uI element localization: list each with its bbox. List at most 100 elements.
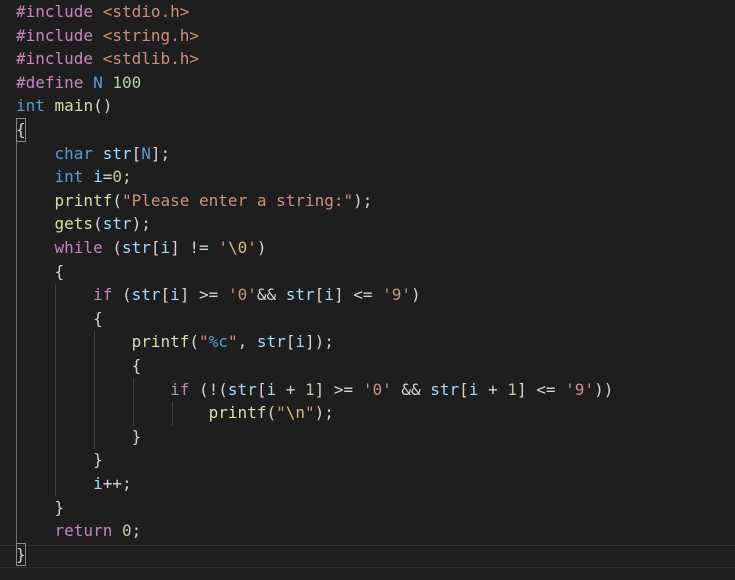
code-token: 0 [121, 521, 132, 541]
code-token: i [295, 332, 306, 352]
code-token: ) [256, 238, 267, 257]
code-token: i [324, 285, 334, 305]
code-token: str [131, 285, 161, 305]
code-line[interactable]: if (!(str[i + 1] >= '0' && str[i + 1] <=… [16, 378, 613, 402]
code-token: 1 [305, 379, 315, 399]
code-token: #include [16, 2, 103, 21]
code-token: 0 [112, 167, 122, 187]
code-token: ( [93, 214, 103, 234]
code-line[interactable]: int i=0; [16, 165, 132, 189]
code-line[interactable]: printf("\n"); [16, 401, 334, 425]
code-token: ' [218, 238, 228, 257]
code-line[interactable]: { [16, 354, 142, 378]
code-line[interactable]: } [16, 448, 103, 472]
code-token: "Please enter a string:" [121, 190, 354, 210]
code-token: str [285, 285, 315, 305]
code-token: ( [112, 190, 122, 210]
code-token: str [121, 238, 151, 257]
code-token: ; [131, 521, 142, 541]
code-line[interactable]: #include <string.h> [16, 24, 199, 48]
code-line[interactable]: printf("%c", str[i]); [16, 330, 334, 354]
code-token: int [54, 167, 84, 187]
code-token: ( [266, 403, 277, 423]
code-token: [ [150, 238, 161, 257]
code-token: () [93, 96, 113, 116]
code-token: ; [122, 167, 132, 187]
code-token: str [227, 379, 257, 399]
code-line[interactable]: printf("Please enter a string:"); [16, 189, 373, 213]
code-token: [ [314, 285, 325, 305]
code-token: #define [16, 72, 94, 92]
code-token: \n [285, 403, 305, 423]
code-token: i [160, 238, 171, 257]
code-token: ); [353, 190, 373, 210]
code-line[interactable]: int main() [16, 94, 112, 118]
code-line[interactable]: #include <stdlib.h> [16, 47, 199, 71]
code-token: N [141, 143, 151, 163]
code-line[interactable]: } [16, 425, 142, 449]
code-token: <stdlib.h> [102, 49, 200, 69]
code-token: " [276, 403, 286, 423]
code-token: ] <= [333, 285, 383, 305]
code-line[interactable]: { [16, 260, 65, 284]
code-token: + [478, 379, 508, 399]
code-line[interactable]: { [16, 118, 26, 142]
code-token: [ [459, 379, 469, 399]
code-line[interactable]: { [16, 307, 103, 331]
code-line[interactable]: #define N 100 [16, 71, 141, 95]
code-token: } [54, 497, 65, 517]
code-token: ( [102, 238, 122, 257]
code-token: [ [131, 143, 142, 163]
code-token: , [237, 332, 257, 352]
code-token: + [276, 379, 306, 399]
code-token: '9' [565, 379, 595, 399]
code-token: i [93, 167, 103, 187]
code-token: %c [208, 332, 228, 352]
code-token: [ [285, 332, 296, 352]
code-token: ++; [102, 474, 132, 493]
code-line[interactable]: #include <stdio.h> [16, 0, 189, 24]
code-token: ] >= [179, 285, 228, 305]
code-token: i [266, 379, 277, 399]
code-token: { [131, 356, 142, 375]
code-line[interactable]: if (str[i] >= '0'&& str[i] <= '9') [16, 283, 421, 307]
code-token: '0' [362, 379, 392, 399]
code-token: && [391, 379, 431, 399]
code-line[interactable]: gets(str); [16, 212, 151, 236]
code-token: )) [594, 379, 614, 399]
code-token: <string.h> [102, 25, 200, 45]
code-line[interactable]: return 0; [16, 519, 142, 543]
code-line[interactable]: } [16, 496, 65, 520]
code-token: ] >= [314, 379, 363, 399]
code-token: [ [160, 285, 171, 305]
code-token: while [54, 238, 103, 257]
code-line[interactable]: while (str[i] != '\0') [16, 236, 267, 260]
code-token: i [468, 379, 479, 399]
code-token: " [305, 403, 315, 423]
code-token: ( [189, 332, 200, 352]
code-line[interactable]: } [16, 542, 26, 567]
code-line[interactable]: i++; [16, 472, 132, 496]
code-line[interactable]: char str[N]; [16, 142, 171, 166]
code-editor[interactable]: #include <stdio.h> #include <string.h> #in… [0, 0, 735, 580]
code-token: str [430, 379, 460, 399]
code-token: str [102, 143, 132, 163]
current-line-highlight [0, 544, 735, 569]
code-token: str [102, 214, 132, 234]
code-token: gets [54, 214, 94, 234]
